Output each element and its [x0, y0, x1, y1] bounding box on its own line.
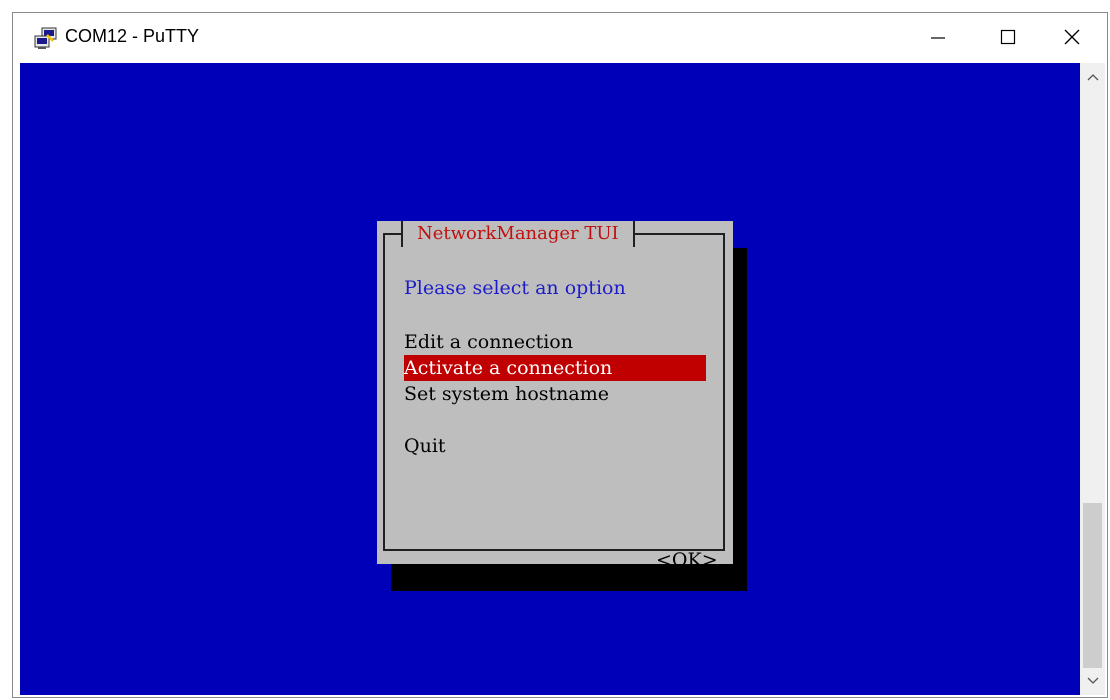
close-button[interactable]: [1043, 13, 1101, 61]
dialog-title: NetworkManager TUI: [401, 221, 635, 247]
nmtui-dialog: NetworkManager TUI Please select an opti…: [377, 221, 733, 571]
menu-item-edit-connection[interactable]: Edit a connection: [404, 329, 706, 355]
menu-item-set-hostname[interactable]: Set system hostname: [404, 381, 706, 407]
menu-item-quit[interactable]: Quit: [404, 433, 706, 459]
maximize-icon: [1000, 29, 1016, 45]
scroll-down-button[interactable]: [1080, 669, 1105, 693]
title-bar[interactable]: COM12 - PuTTY: [13, 13, 1107, 63]
close-icon: [1064, 29, 1080, 45]
chevron-down-icon: [1087, 677, 1098, 684]
scroll-up-button[interactable]: [1080, 65, 1105, 89]
terminal-area[interactable]: NetworkManager TUI Please select an opti…: [20, 63, 1080, 695]
minimize-button[interactable]: [909, 13, 967, 61]
menu-item-activate-connection[interactable]: Activate a connection: [404, 355, 706, 381]
putty-window: COM12 - PuTTY NetworkManager TUI Please …: [12, 12, 1108, 698]
window-title: COM12 - PuTTY: [65, 26, 200, 46]
vertical-scrollbar[interactable]: [1080, 63, 1105, 695]
ok-button[interactable]: <OK>: [656, 549, 718, 571]
chevron-up-icon: [1087, 74, 1098, 81]
dialog-prompt: Please select an option: [404, 277, 626, 299]
putty-icon[interactable]: [33, 27, 59, 51]
menu-spacer: [404, 407, 706, 433]
minimize-icon: [931, 37, 945, 39]
scroll-thumb[interactable]: [1083, 503, 1102, 668]
maximize-button[interactable]: [979, 13, 1037, 61]
option-menu: Edit a connection Activate a connection …: [404, 329, 706, 459]
